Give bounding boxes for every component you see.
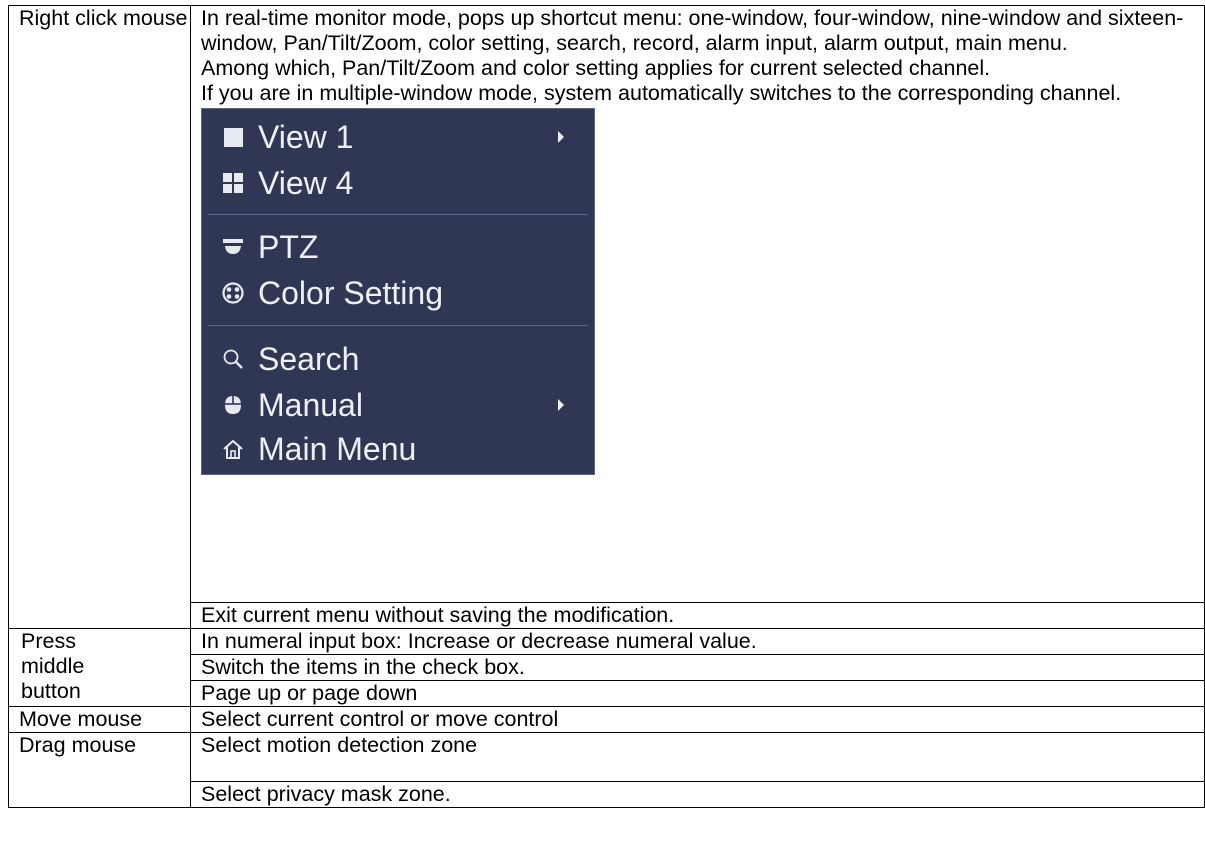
action-label: Drag mouse [19,733,137,757]
menu-item-view1[interactable]: View 1 [222,118,353,156]
description-text: In real-time monitor mode, pops up short… [201,6,1184,55]
menu-item-label: Search [258,341,360,377]
description-cell: Exit current menu without saving the mod… [190,602,1205,629]
description-text: Select current control or move control [201,707,559,731]
menu-item-label: View 4 [258,165,354,201]
submenu-arrow-icon [558,131,564,143]
action-cell: Press middle button [8,628,191,707]
action-cell: Move mouse [8,706,191,733]
description-text: In numeral input box: Increase or decrea… [201,629,757,653]
description-cell: Switch the items in the check box. [190,654,1205,681]
table-row: Drag mouse Select motion detection zone [8,732,1205,808]
menu-item-search[interactable]: Search [222,340,359,378]
dome-camera-icon [222,236,244,258]
description-cell: Select privacy mask zone. [190,781,1205,808]
action-cell: Drag mouse [8,732,191,808]
home-icon [222,438,244,460]
action-label: Press middle button [21,629,85,703]
action-cell: Right click mouse [8,5,191,629]
mouse-operations-table: Right click mouse In real-time monitor m… [8,5,1205,808]
submenu-arrow-icon [558,399,564,411]
menu-item-color-setting[interactable]: Color Setting [222,274,443,312]
description-text: If you are in multiple-window mode, syst… [201,81,1122,105]
description-cell: Select current control or move control [190,706,1205,733]
menu-item-label: Main Menu [258,431,417,467]
menu-item-label: Manual [258,387,363,423]
table-row: Move mouse Select current control or mov… [8,706,1205,733]
menu-item-ptz[interactable]: PTZ [222,228,318,266]
description-text: Exit current menu without saving the mod… [201,603,675,627]
description-text: Select privacy mask zone. [201,782,451,806]
description-cell: In numeral input box: Increase or decrea… [190,628,1205,655]
table-row: Right click mouse In real-time monitor m… [8,5,1205,629]
table-row: Press middle button In numeral input box… [8,628,1205,707]
action-label: Move mouse [19,707,143,731]
description-text: Among which, Pan/Tilt/Zoom and color set… [201,56,991,80]
grid-view-icon [222,172,244,194]
menu-separator [208,325,588,326]
mouse-icon [222,394,244,416]
action-label: Right click mouse [19,6,188,30]
menu-item-manual[interactable]: Manual [222,386,363,424]
description-cell: Page up or page down [190,680,1205,707]
menu-item-label: Color Setting [258,275,443,311]
description-text: Select motion detection zone [201,733,478,757]
square-view-icon [222,126,244,148]
menu-item-label: PTZ [258,229,319,265]
palette-icon [222,282,244,304]
menu-item-label: View 1 [258,119,354,155]
description-text: Switch the items in the check box. [201,655,525,679]
description-cell: Select motion detection zone [190,732,1205,782]
menu-separator [208,214,588,215]
description-cell: In real-time monitor mode, pops up short… [190,5,1205,603]
description-text: Page up or page down [201,681,418,705]
search-icon [222,348,244,370]
shortcut-menu-image: View 1 View 4 PTZ Color Setting Search M… [201,108,595,475]
menu-item-main-menu[interactable]: Main Menu [222,430,416,468]
menu-item-view4[interactable]: View 4 [222,164,353,202]
